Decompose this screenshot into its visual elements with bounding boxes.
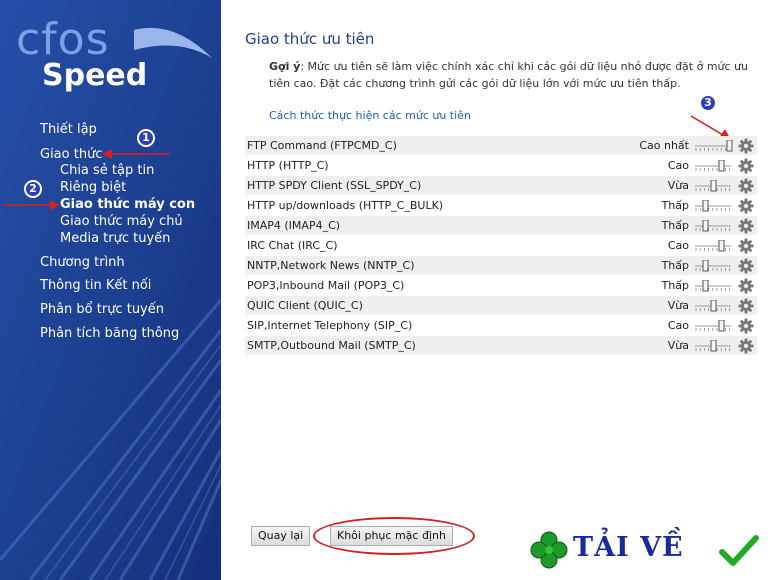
- priority-level-label: Thấp: [661, 219, 689, 232]
- brand-text: TẢI VỀ: [573, 532, 684, 563]
- slider-thumb: [702, 220, 709, 232]
- gear-icon[interactable]: [738, 218, 754, 234]
- priority-slider[interactable]: [693, 280, 733, 292]
- slider-thumb: [710, 340, 717, 352]
- protocol-name: IMAP4 (IMAP4_C): [247, 219, 341, 232]
- sidebar: cfos Speed Thiết lập Giao thức Chia sẻ t…: [0, 0, 221, 580]
- nav-item-setup[interactable]: Thiết lập: [40, 122, 97, 137]
- protocol-row: HTTP SPDY Client (SSL_SPDY_C) Vừa: [245, 176, 757, 196]
- slider-thumb: [702, 200, 709, 212]
- gear-icon[interactable]: [738, 318, 754, 334]
- hint-body: : Mức ưu tiên sẽ làm việc chính xác chỉ …: [269, 60, 749, 90]
- priority-slider[interactable]: [693, 340, 733, 352]
- logo-text-speed: Speed: [42, 58, 148, 93]
- hint-text: Gợi ý: Mức ưu tiên sẽ làm việc chính xác…: [269, 58, 759, 92]
- annotation-arrow-2: [4, 200, 60, 210]
- protocol-row: QUIC Client (QUIC_C) Vừa: [245, 296, 757, 316]
- slider-thumb: [718, 160, 725, 172]
- nav-item-file-sharing[interactable]: Chia sẻ tập tin: [60, 163, 154, 178]
- protocol-name: IRC Chat (IRC_C): [247, 239, 338, 252]
- priority-level-label: Cao nhất: [639, 139, 689, 152]
- gear-icon[interactable]: [738, 298, 754, 314]
- priority-level-label: Thấp: [661, 199, 689, 212]
- slider-thumb: [726, 140, 733, 152]
- slider-thumb: [702, 280, 709, 292]
- priority-slider[interactable]: [693, 260, 733, 272]
- priority-slider[interactable]: [693, 160, 733, 172]
- nav-item-streaming-media[interactable]: Media trực tuyến: [60, 231, 170, 246]
- protocol-row: SIP,Internet Telephony (SIP_C) Cao: [245, 316, 757, 336]
- protocol-name: QUIC Client (QUIC_C): [247, 299, 363, 312]
- gear-icon[interactable]: [738, 338, 754, 354]
- nav-item-server-protocols[interactable]: Giao thức máy chủ: [60, 214, 183, 229]
- back-button[interactable]: Quay lại: [251, 526, 311, 546]
- priority-level-label: Vừa: [667, 339, 689, 352]
- nav-item-connection-info[interactable]: Thông tin Kết nối: [40, 278, 151, 293]
- annotation-ellipse: [313, 517, 475, 555]
- checkmark-icon: [719, 535, 759, 566]
- hint-label: Gợi ý: [269, 60, 301, 73]
- gear-icon[interactable]: [738, 198, 754, 214]
- protocol-row: FTP Command (FTPCMD_C) Cao nhất: [245, 136, 757, 156]
- priority-level-label: Thấp: [661, 259, 689, 272]
- gear-icon[interactable]: [738, 278, 754, 294]
- nav-item-programs[interactable]: Chương trình: [40, 255, 125, 270]
- annotation-arrow-1: [102, 149, 170, 159]
- nav-item-online-budget[interactable]: Phân bổ trực tuyến: [40, 302, 164, 317]
- gear-icon[interactable]: [738, 258, 754, 274]
- priority-slider[interactable]: [693, 140, 733, 152]
- protocol-row: SMTP,Outbound Mail (SMTP_C) Vừa: [245, 336, 757, 356]
- gear-icon[interactable]: [738, 238, 754, 254]
- protocol-row: IRC Chat (IRC_C) Cao: [245, 236, 757, 256]
- slider-thumb: [718, 320, 725, 332]
- protocol-name: HTTP SPDY Client (SSL_SPDY_C): [247, 179, 422, 192]
- priority-slider[interactable]: [693, 320, 733, 332]
- protocol-row: HTTP up/downloads (HTTP_C_BULK) Thấp: [245, 196, 757, 216]
- gear-icon[interactable]: [738, 158, 754, 174]
- protocol-name: HTTP up/downloads (HTTP_C_BULK): [247, 199, 444, 212]
- protocol-name: POP3,Inbound Mail (POP3_C): [247, 279, 405, 292]
- nav-item-protocols[interactable]: Giao thức: [40, 147, 102, 162]
- priority-level-label: Vừa: [667, 179, 689, 192]
- slider-thumb: [702, 260, 709, 272]
- logo-swoosh-icon: [134, 27, 212, 58]
- priority-level-label: Vừa: [667, 299, 689, 312]
- clover-icon: [530, 531, 568, 569]
- priority-slider[interactable]: [693, 240, 733, 252]
- protocol-name: SIP,Internet Telephony (SIP_C): [247, 319, 413, 332]
- taive-watermark: TẢI VỀ: [529, 528, 769, 572]
- protocol-priority-table: FTP Command (FTPCMD_C) Cao nhất HTTP (HTTP…: [245, 136, 757, 356]
- nav-item-client-protocols[interactable]: Giao thức máy con: [60, 197, 195, 212]
- annotation-badge-2: 2: [24, 180, 42, 198]
- priority-level-label: Cao: [667, 319, 689, 332]
- protocol-name: NNTP,Network News (NNTP_C): [247, 259, 415, 272]
- annotation-badge-1: 1: [137, 129, 155, 147]
- gear-icon[interactable]: [738, 178, 754, 194]
- nav-item-bandwidth-analysis[interactable]: Phân tích băng thông: [40, 326, 179, 341]
- protocol-row: IMAP4 (IMAP4_C) Thấp: [245, 216, 757, 236]
- protocol-row: POP3,Inbound Mail (POP3_C) Thấp: [245, 276, 757, 296]
- main-panel: Giao thức ưu tiên Gợi ý: Mức ưu tiên sẽ …: [221, 0, 770, 580]
- priority-level-label: Cao: [667, 239, 689, 252]
- slider-thumb: [710, 180, 717, 192]
- nav-item-individual[interactable]: Riêng biệt: [60, 180, 126, 195]
- priority-slider[interactable]: [693, 300, 733, 312]
- protocol-row: NNTP,Network News (NNTP_C) Thấp: [245, 256, 757, 276]
- annotation-badge-3: 3: [699, 94, 717, 112]
- priority-help-link[interactable]: Cách thức thực hiện các mức ưu tiên: [269, 109, 471, 122]
- priority-slider[interactable]: [693, 200, 733, 212]
- protocol-name: HTTP (HTTP_C): [247, 159, 329, 172]
- priority-level-label: Thấp: [661, 279, 689, 292]
- cfos-speed-logo: cfos Speed: [14, 14, 214, 100]
- priority-slider[interactable]: [693, 220, 733, 232]
- slider-thumb: [718, 240, 725, 252]
- protocol-row: HTTP (HTTP_C) Cao: [245, 156, 757, 176]
- gear-icon[interactable]: [738, 138, 754, 154]
- protocol-name: SMTP,Outbound Mail (SMTP_C): [247, 339, 416, 352]
- priority-level-label: Cao: [667, 159, 689, 172]
- page-title: Giao thức ưu tiên: [245, 30, 375, 48]
- protocol-name: FTP Command (FTPCMD_C): [247, 139, 397, 152]
- priority-slider[interactable]: [693, 180, 733, 192]
- slider-thumb: [710, 300, 717, 312]
